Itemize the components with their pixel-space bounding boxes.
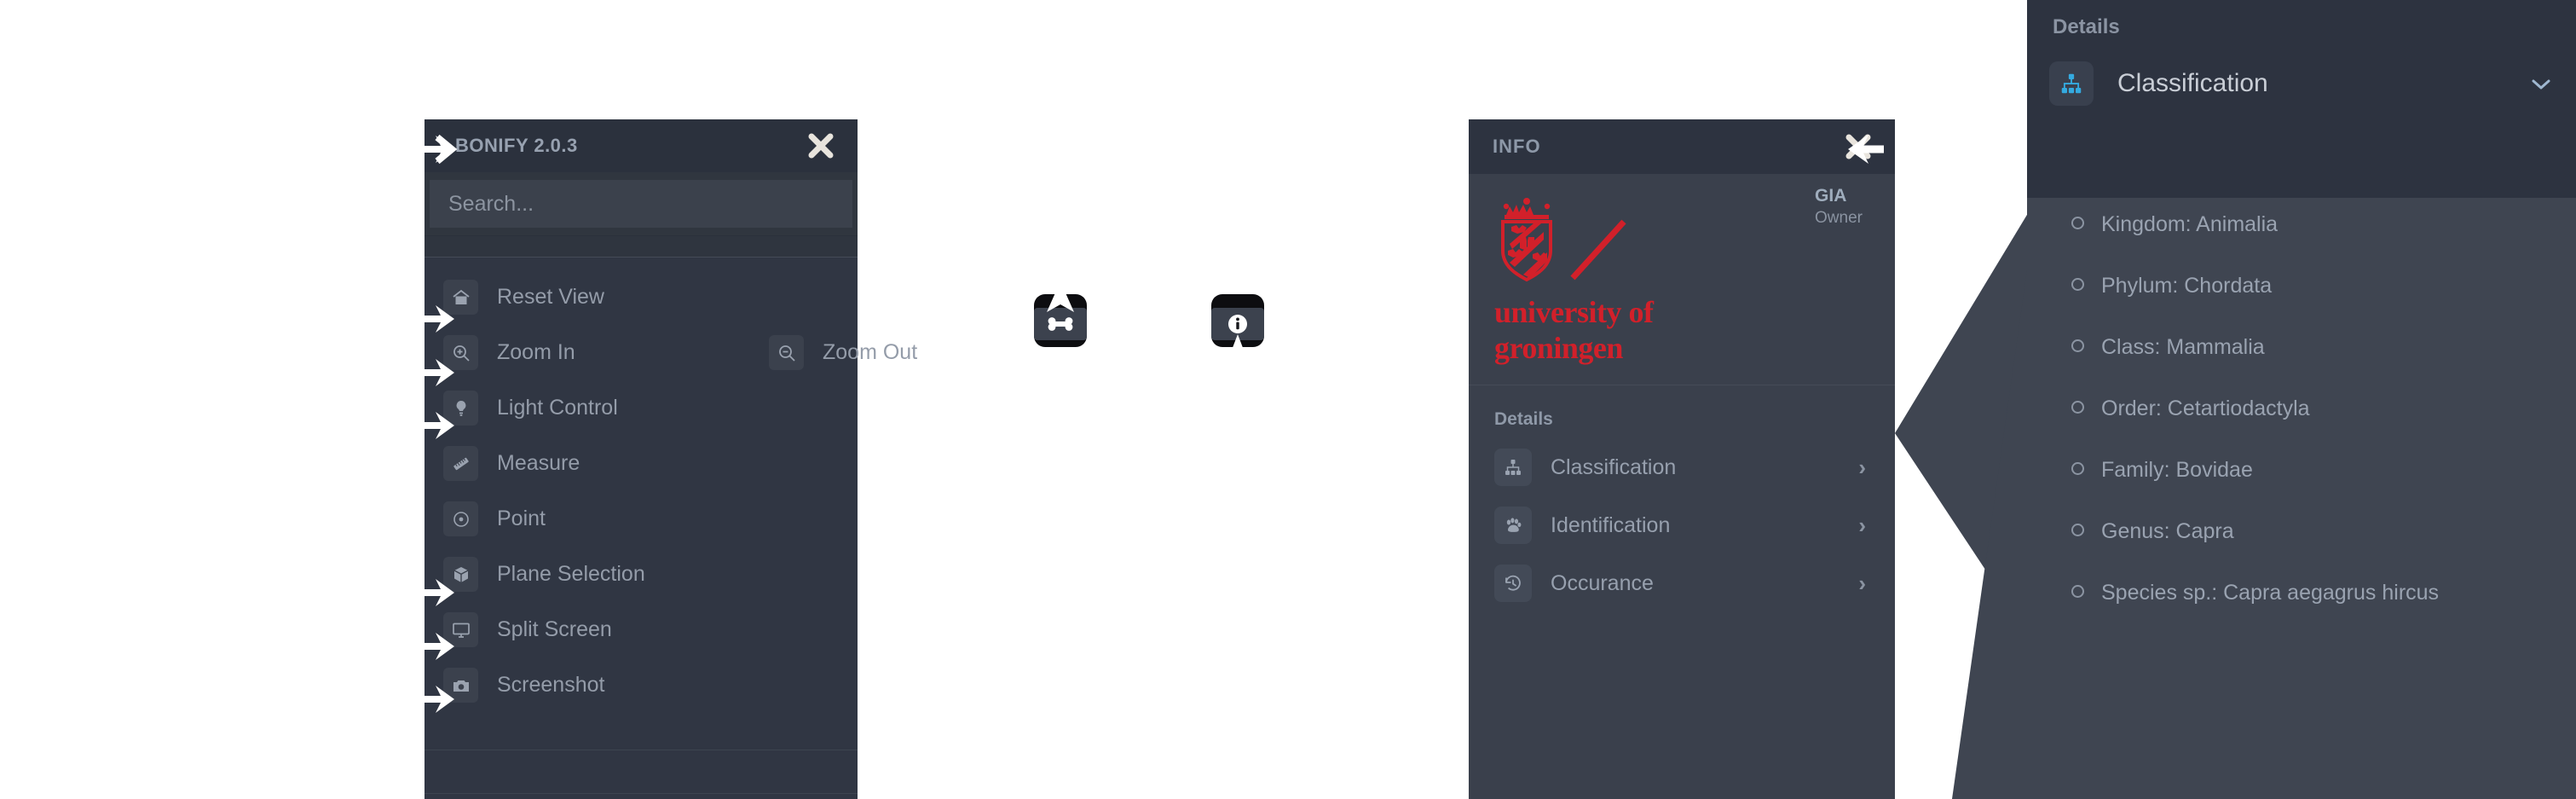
owner-info: GIA Owner <box>1815 186 1863 228</box>
taxonomy-label: Order: Cetartiodactyla <box>2101 397 2310 420</box>
search-input[interactable]: Search... <box>430 180 852 228</box>
chevron-right-icon: › <box>1858 454 1866 480</box>
list-item[interactable]: Species sp.: Capra aegagrus hircus <box>2027 580 2576 621</box>
lightbulb-icon <box>443 391 478 426</box>
tool-label: Screenshot <box>497 673 605 697</box>
bone-tool-button[interactable] <box>1034 294 1087 347</box>
info-details-heading: Details <box>1494 409 1553 429</box>
bullet-circle-icon <box>2071 339 2084 352</box>
zoom-row: Zoom In Zoom Out <box>425 325 917 380</box>
tool-label: Light Control <box>497 396 618 420</box>
bonify-panel: BONIFY 2.0.3 Search... Reset View Zoom I… <box>425 119 917 799</box>
point-target-icon <box>443 501 478 536</box>
hierarchy-icon <box>2049 61 2094 106</box>
info-tool-button[interactable] <box>1211 294 1264 347</box>
detail-label: Classification <box>1551 455 1677 479</box>
chevron-down-icon[interactable] <box>2530 71 2552 97</box>
home-icon <box>443 280 478 315</box>
bonify-panel-title: BONIFY 2.0.3 <box>455 135 578 156</box>
taxonomy-label: Class: Mammalia <box>2101 335 2265 359</box>
tool-label: Zoom In <box>497 340 575 364</box>
tool-label: Plane Selection <box>497 562 645 586</box>
camera-icon <box>443 668 478 703</box>
tool-plane-selection[interactable]: Plane Selection <box>425 547 858 602</box>
owner-block: GIA Owner university of groningen <box>1469 174 1895 385</box>
tool-label: Point <box>497 507 546 530</box>
bullet-circle-icon <box>2071 524 2084 536</box>
tool-light-control[interactable]: Light Control <box>425 380 858 436</box>
info-panel: INFO GIA Owner university of groningen D… <box>1469 119 1895 799</box>
search-bar-region: Search... <box>425 172 858 236</box>
cut-off-label: el <box>1995 7 2019 39</box>
bone-icon <box>1034 308 1087 340</box>
tool-reset-view[interactable]: Reset View <box>425 269 858 325</box>
cube-icon <box>443 557 478 592</box>
tool-split-screen[interactable]: Split Screen <box>425 602 858 657</box>
classification-panel: Details Classification Kingdom: Animalia… <box>2027 0 2576 799</box>
screen-root: BONIFY 2.0.3 Search... Reset View Zoom I… <box>0 0 2576 799</box>
ruler-icon <box>443 446 478 481</box>
classification-details-heading: Details <box>2053 15 2120 38</box>
list-item[interactable]: Class: Mammalia <box>2027 334 2576 375</box>
close-icon[interactable] <box>806 131 835 160</box>
bonify-panel-header: BONIFY 2.0.3 <box>425 119 858 172</box>
taxonomy-list: Kingdom: Animalia Phylum: Chordata Class… <box>2027 198 2576 621</box>
info-panel-header: INFO <box>1469 119 1895 174</box>
tool-measure[interactable]: Measure <box>425 436 858 491</box>
list-item[interactable]: Kingdom: Animalia <box>2027 211 2576 252</box>
monitor-icon <box>443 612 478 647</box>
bullet-circle-icon <box>2071 462 2084 475</box>
list-item[interactable]: Genus: Capra <box>2027 518 2576 559</box>
groningen-crest-icon: university of groningen <box>1494 196 1707 364</box>
detail-row-classification[interactable]: Classification › <box>1469 438 1895 496</box>
taxonomy-label: Family: Bovidae <box>2101 458 2253 482</box>
bullet-circle-icon <box>2071 401 2084 414</box>
tool-zoom-out[interactable]: Zoom Out <box>769 325 917 380</box>
logo-line-2: groningen <box>1494 331 1623 366</box>
owner-name: GIA <box>1815 186 1847 206</box>
info-circle-icon <box>1211 308 1264 340</box>
bullet-circle-icon <box>2071 585 2084 598</box>
close-icon[interactable] <box>1844 132 1873 161</box>
list-item[interactable]: Family: Bovidae <box>2027 457 2576 498</box>
logo-line-1: university of <box>1494 295 1654 329</box>
classification-panel-header: Details Classification <box>2027 0 2576 198</box>
detail-label: Occurance <box>1551 570 1654 595</box>
zoom-out-icon <box>769 335 804 370</box>
taxonomy-label: Genus: Capra <box>2101 519 2234 543</box>
chevron-right-icon: › <box>1858 512 1866 538</box>
tool-zoom-in[interactable]: Zoom In <box>425 325 575 380</box>
tool-list: Reset View Zoom In Zoom Out Light Contro… <box>425 258 917 713</box>
taxonomy-label: Phylum: Chordata <box>2101 274 2273 298</box>
history-icon <box>1494 565 1532 602</box>
tool-label: Zoom Out <box>823 340 918 364</box>
taxonomy-label: Species sp.: Capra aegagrus hircus <box>2101 581 2440 605</box>
paw-icon <box>1494 507 1532 544</box>
owner-role: Owner <box>1815 209 1863 227</box>
detail-label: Identification <box>1551 512 1671 537</box>
tool-label: Measure <box>497 451 580 475</box>
info-panel-title: INFO <box>1493 136 1541 157</box>
classification-section-label: Classification <box>2117 69 2268 97</box>
tool-label: Reset View <box>497 285 604 309</box>
hierarchy-icon <box>1494 449 1532 486</box>
search-divider <box>425 236 858 258</box>
detail-row-occurance[interactable]: Occurance › <box>1469 554 1895 612</box>
tool-label: Split Screen <box>497 617 612 641</box>
panel-divider-2 <box>425 793 858 794</box>
bullet-circle-icon <box>2071 278 2084 291</box>
chevron-right-icon: › <box>1858 570 1866 596</box>
zoom-in-icon <box>443 335 478 370</box>
list-item[interactable]: Order: Cetartiodactyla <box>2027 396 2576 437</box>
classification-section-toggle[interactable]: Classification <box>2027 61 2576 106</box>
bullet-circle-icon <box>2071 217 2084 229</box>
list-item[interactable]: Phylum: Chordata <box>2027 273 2576 314</box>
tool-screenshot[interactable]: Screenshot <box>425 657 858 713</box>
taxonomy-label: Kingdom: Animalia <box>2101 212 2279 236</box>
search-placeholder: Search... <box>448 191 534 216</box>
detail-row-identification[interactable]: Identification › <box>1469 496 1895 554</box>
tool-point[interactable]: Point <box>425 491 858 547</box>
